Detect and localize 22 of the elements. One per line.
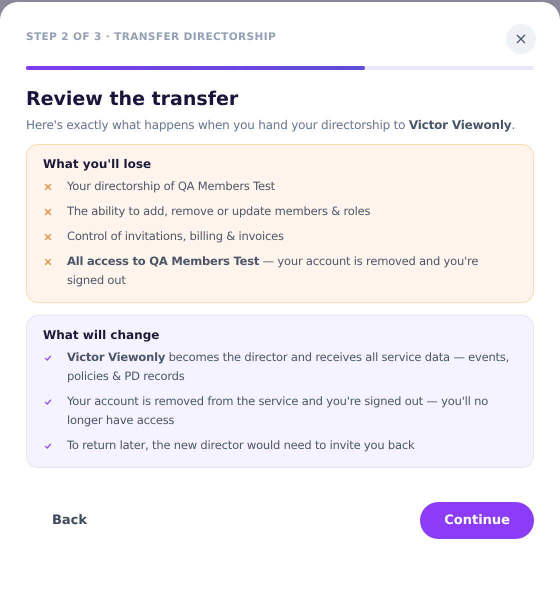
back-button[interactable]: Back [38, 503, 102, 538]
card-heading: What you'll lose [43, 157, 152, 171]
check-icon [43, 441, 53, 451]
check-icon [43, 353, 53, 363]
intro-text: Here's exactly what happens when you hand your directorship to Victor Viewonly. [26, 118, 516, 132]
list-item-text: Victor Viewonly becomes the director and receives all service data — events, policies & PD records [67, 349, 510, 385]
list-item-text: Your account is removed from the service and you're signed out — you'll no longer have access [67, 393, 490, 429]
list-item-text: The ability to add, remove or update members & roles [67, 203, 370, 220]
cross-icon [43, 207, 53, 217]
continue-button[interactable]: Continue [420, 502, 534, 539]
list-item-text: Your directorship of QA Members Test [67, 178, 275, 195]
check-icon [43, 397, 53, 407]
dialog-title: Review the transfer [26, 88, 240, 110]
cross-icon [43, 232, 53, 242]
close-button[interactable]: × [506, 24, 536, 54]
cross-icon [43, 182, 53, 192]
list-item-text: All access to QA Members Test — your account is removed and you're signed out [67, 253, 480, 289]
list-item-text: Control of invitations, billing & invoices [67, 228, 284, 245]
card-heading: What will change [43, 328, 160, 342]
cross-icon [43, 257, 53, 267]
list-item-text: To return later, the new director would need to invite you back [67, 437, 414, 454]
step-label: STEP 2 OF 3 · TRANSFER DIRECTORSHIP [26, 31, 276, 43]
